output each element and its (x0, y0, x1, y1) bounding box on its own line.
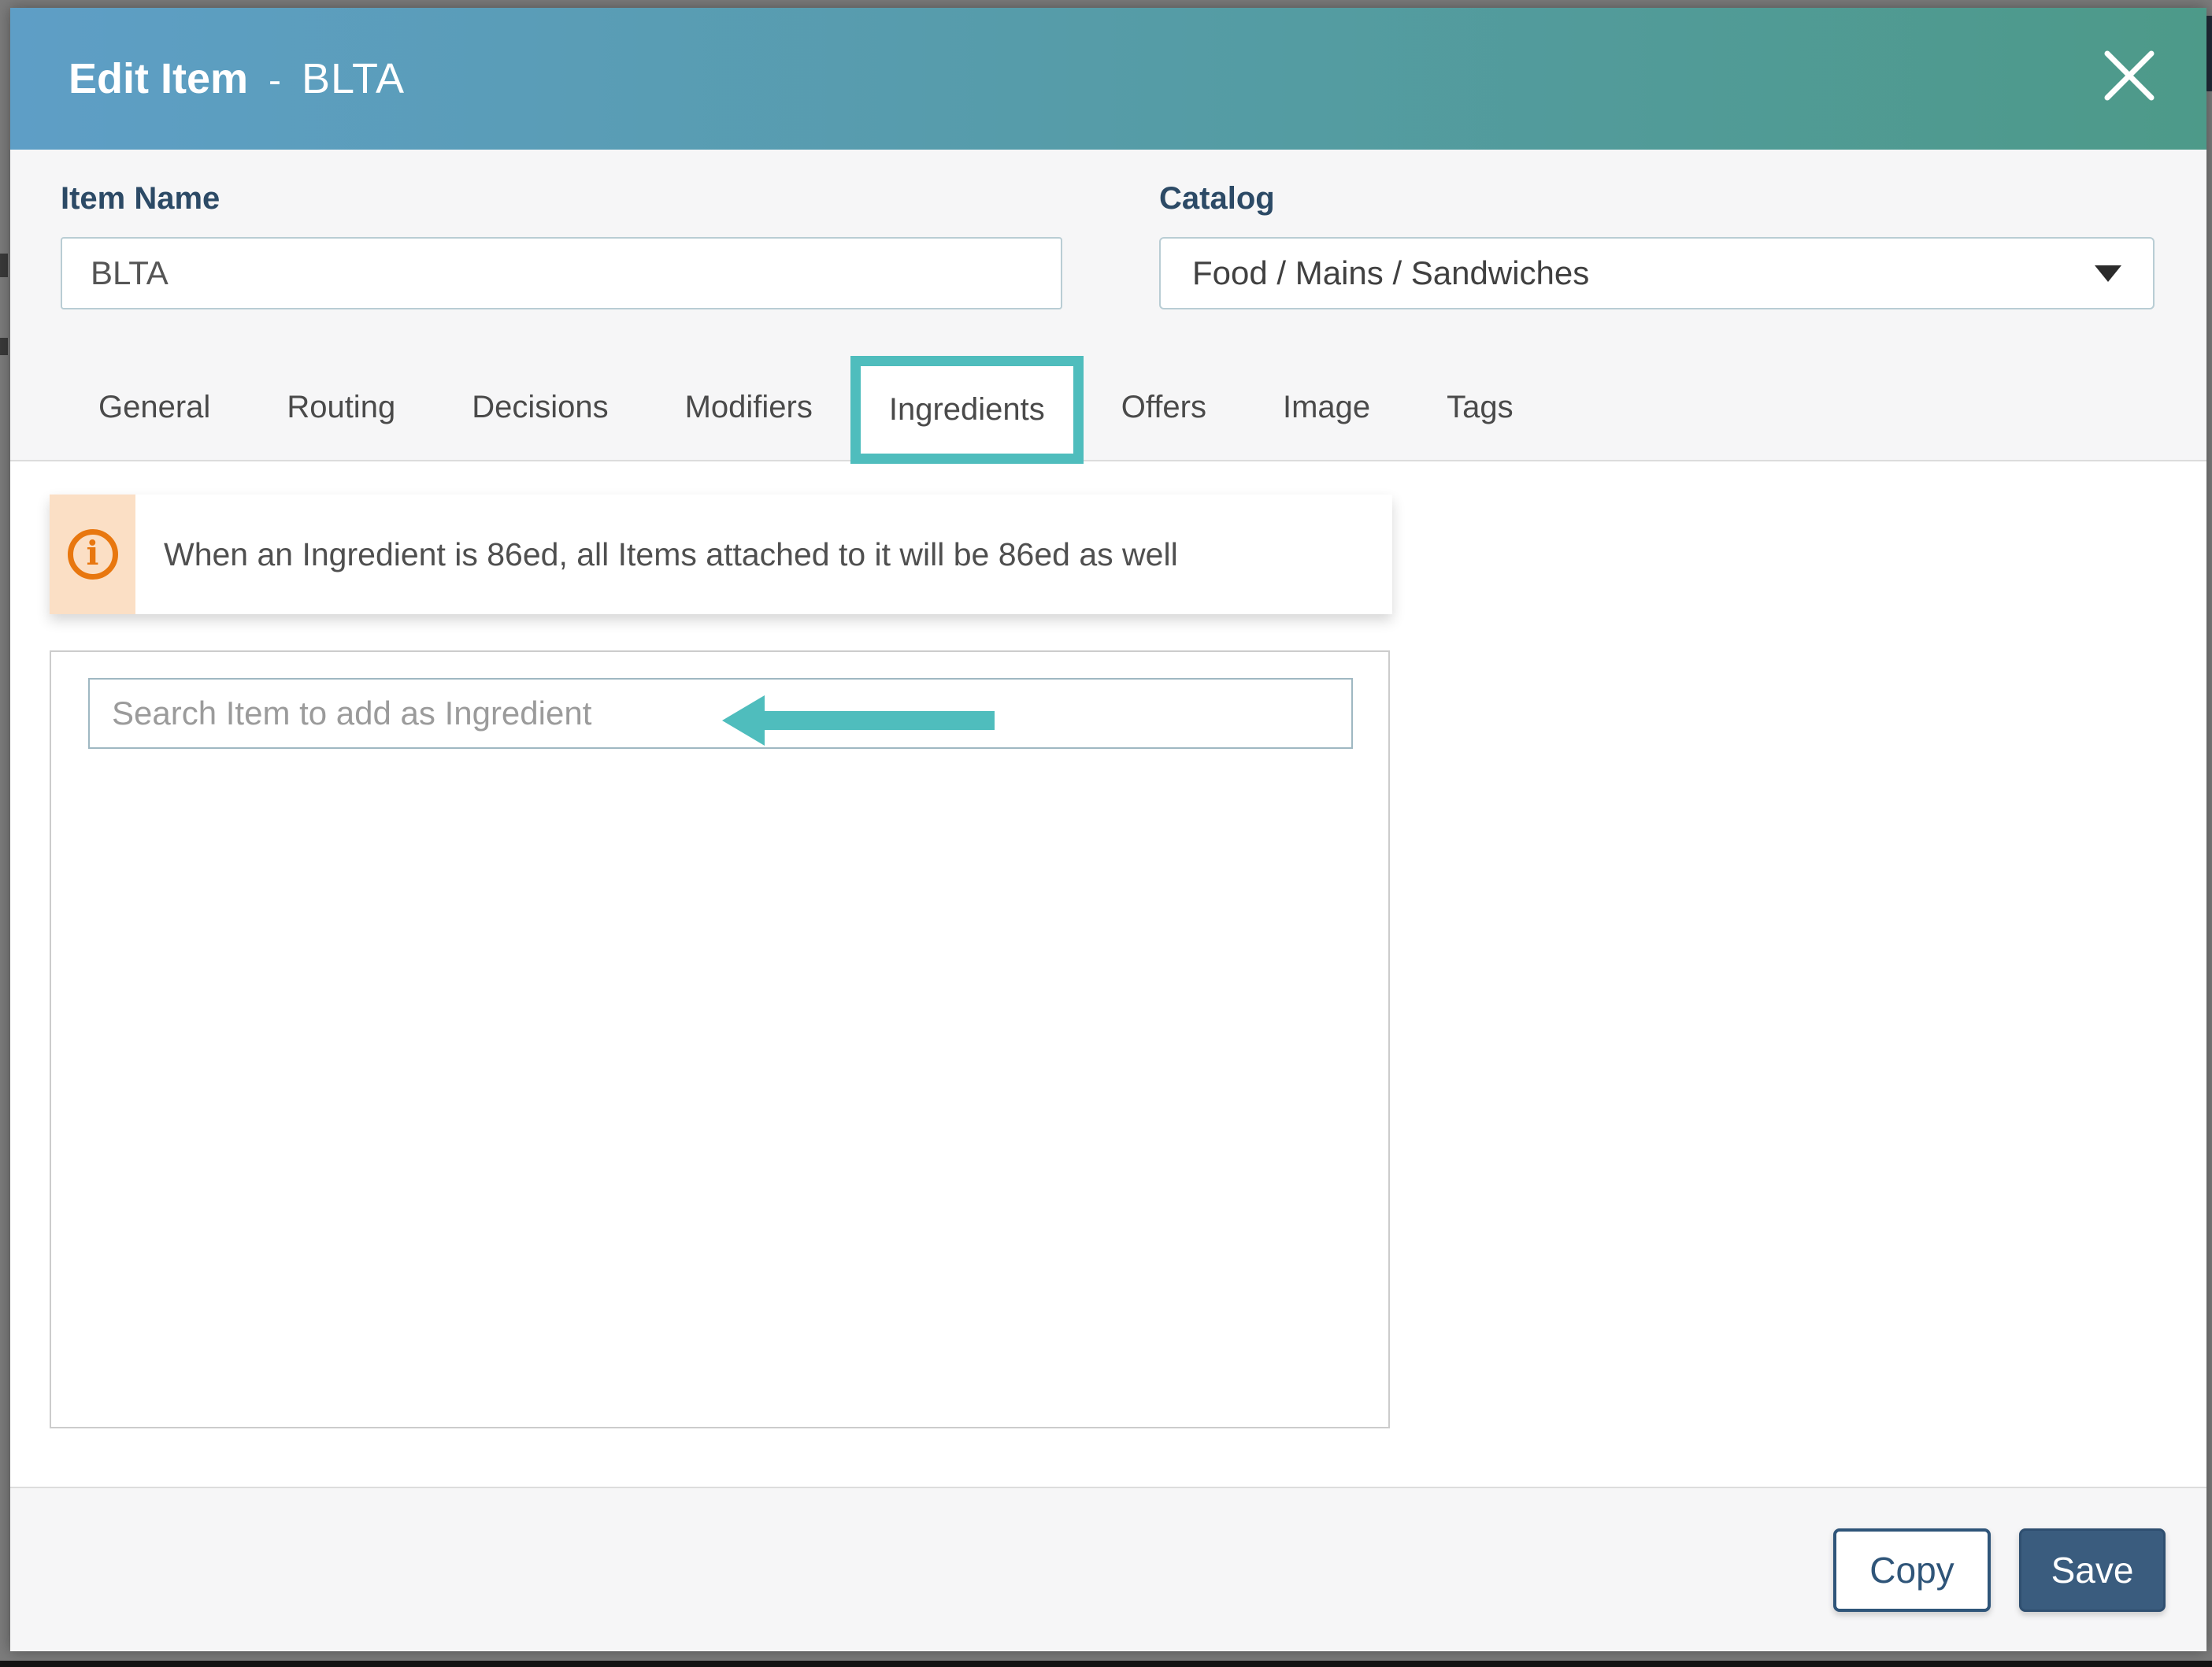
catalog-label: Catalog (1159, 181, 1275, 216)
ingredients-tab-content: i When an Ingredient is 86ed, all Items … (10, 461, 2206, 1487)
catalog-selected-value: Food / Mains / Sandwiches (1192, 254, 1590, 291)
close-button[interactable] (2101, 47, 2158, 104)
modal-title-item-name: BLTA (302, 55, 406, 102)
modal-title-action: Edit Item (69, 55, 249, 102)
ingredients-panel (50, 650, 1390, 1428)
tab-bar: General Routing Decisions Modifiers Ingr… (10, 355, 2206, 464)
tab-general[interactable]: General (98, 390, 210, 425)
close-icon (2104, 50, 2155, 101)
item-name-label: Item Name (61, 181, 220, 216)
modal-title-separator: - (269, 60, 282, 102)
save-button[interactable]: Save (2019, 1528, 2166, 1612)
fields-section: Item Name Catalog Food / Mains / Sandwic… (10, 150, 2206, 309)
page-title: Edit Item - BLTA (69, 54, 405, 103)
item-name-field-group: Item Name (61, 181, 1062, 309)
catalog-select[interactable]: Food / Mains / Sandwiches (1159, 237, 2155, 309)
tab-image[interactable]: Image (1283, 390, 1370, 425)
ingredient-search-input[interactable] (88, 678, 1353, 749)
screen-bottom-bar (0, 1661, 2212, 1667)
info-banner-text: When an Ingredient is 86ed, all Items at… (164, 535, 1178, 572)
info-icon: i (67, 529, 118, 580)
page-edge-mark (0, 338, 8, 355)
edit-item-modal: Edit Item - BLTA Item Name Catalog Food … (10, 8, 2206, 1651)
tab-decisions[interactable]: Decisions (472, 390, 608, 425)
chevron-down-icon (2095, 265, 2121, 282)
tab-ingredients[interactable]: Ingredients (850, 356, 1084, 464)
info-banner: i When an Ingredient is 86ed, all Items … (50, 495, 1392, 614)
page-edge-mark (0, 254, 8, 277)
tab-routing[interactable]: Routing (287, 390, 395, 425)
catalog-field-group: Catalog Food / Mains / Sandwiches (1159, 181, 2155, 309)
tab-offers[interactable]: Offers (1121, 390, 1206, 425)
copy-button[interactable]: Copy (1833, 1528, 1991, 1612)
info-icon-cell: i (50, 495, 135, 614)
item-name-input[interactable] (61, 237, 1062, 309)
tab-tags[interactable]: Tags (1447, 390, 1514, 425)
modal-footer: Copy Save (10, 1487, 2206, 1651)
modal-header: Edit Item - BLTA (10, 8, 2206, 150)
tab-modifiers[interactable]: Modifiers (685, 390, 813, 425)
